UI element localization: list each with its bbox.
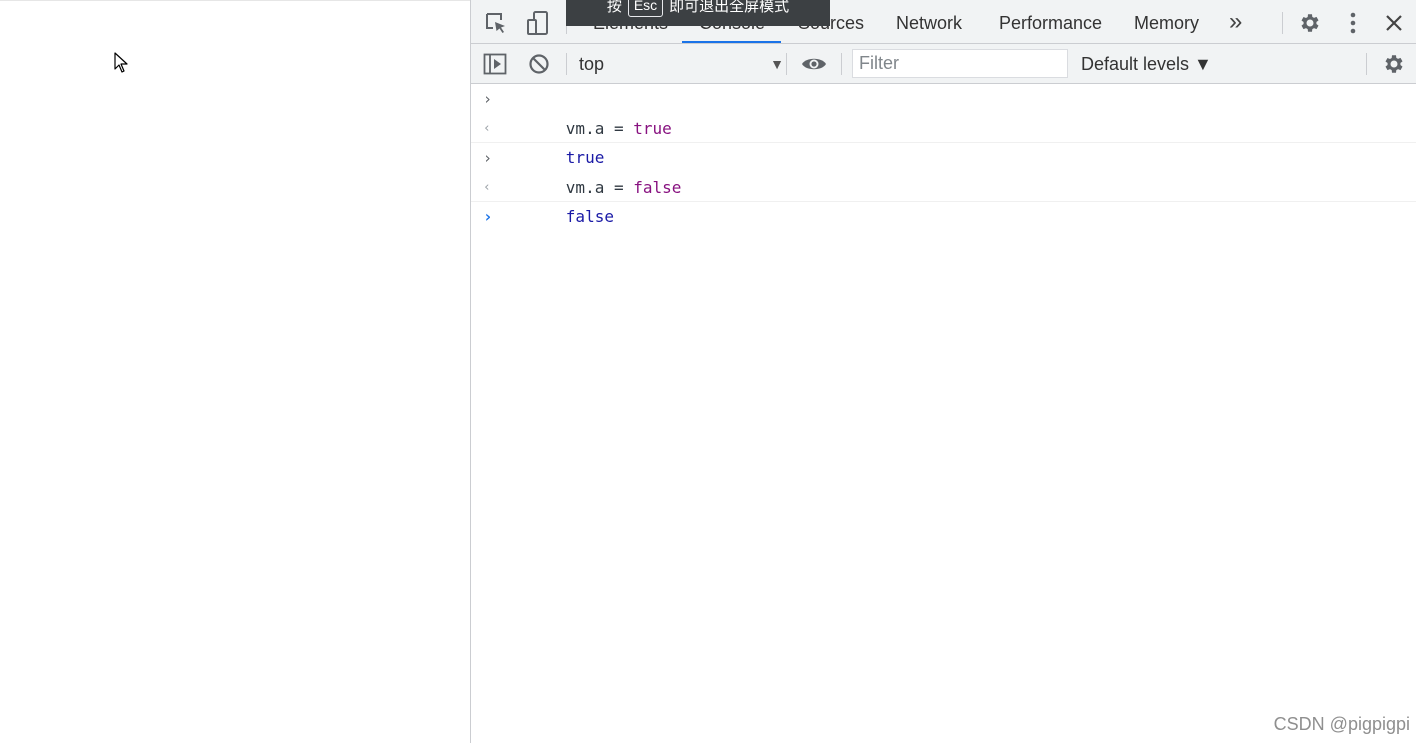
- esc-key-badge: Esc: [627, 0, 664, 17]
- log-levels-dropdown[interactable]: Default levels ▼: [1081, 52, 1212, 76]
- watermark: CSDN @pigpigpi: [1273, 714, 1410, 734]
- prompt-chevron-icon: ›: [483, 207, 493, 226]
- inspect-element-icon[interactable]: [483, 10, 509, 36]
- input-chevron-icon: ›: [483, 90, 493, 108]
- toast-prefix: 按: [606, 0, 622, 15]
- console-input-line: › vm.a = true: [471, 85, 1416, 138]
- page-viewport: [0, 0, 470, 744]
- console-toolbar: top ▼ Default levels ▼: [471, 44, 1416, 84]
- tab-performance[interactable]: Performance: [999, 0, 1102, 43]
- result-chevron-icon: ‹: [483, 180, 491, 195]
- console-result-line: ‹ false: [471, 173, 1416, 226]
- console-messages: › vm.a = true ‹ true › vm.a = false ‹ false …: [471, 85, 1416, 231]
- eye-icon[interactable]: [801, 52, 827, 76]
- toolbar-separator: [841, 53, 842, 75]
- mouse-cursor-icon: [114, 52, 128, 73]
- clear-console-icon[interactable]: [527, 52, 551, 76]
- context-selector-value: top: [579, 54, 605, 74]
- toolbar-separator: [566, 53, 567, 75]
- close-icon[interactable]: [1381, 10, 1407, 36]
- tab-network[interactable]: Network: [896, 0, 962, 43]
- device-toolbar-icon[interactable]: [525, 10, 551, 36]
- sidebar-toggle-icon[interactable]: [483, 52, 507, 76]
- console-input-line: › vm.a = false: [471, 144, 1416, 197]
- gear-icon[interactable]: [1297, 10, 1323, 36]
- toast-suffix: 即可退出全屏模式: [669, 0, 790, 15]
- filter-input[interactable]: [852, 49, 1068, 78]
- tabbar-separator: [1282, 12, 1283, 34]
- result-chevron-icon: ‹: [483, 121, 491, 136]
- fullscreen-exit-toast: 按 Esc 即可退出全屏模式: [566, 0, 830, 26]
- input-chevron-icon: ›: [483, 149, 493, 167]
- more-tabs-icon[interactable]: »: [1229, 0, 1242, 43]
- chevron-down-icon: ▼: [770, 56, 784, 72]
- console-result-line: ‹ true: [471, 114, 1416, 167]
- kebab-menu-icon[interactable]: [1340, 10, 1366, 36]
- toolbar-separator: [786, 53, 787, 75]
- tab-memory[interactable]: Memory: [1134, 0, 1199, 43]
- context-selector[interactable]: top ▼: [579, 52, 784, 76]
- devtools-panel: Elements Console Sources Network Perform…: [470, 0, 1424, 743]
- gear-icon[interactable]: [1381, 52, 1407, 76]
- active-tab-indicator: [682, 41, 781, 43]
- console-prompt[interactable]: ›: [471, 202, 1416, 231]
- toolbar-separator: [1366, 53, 1367, 75]
